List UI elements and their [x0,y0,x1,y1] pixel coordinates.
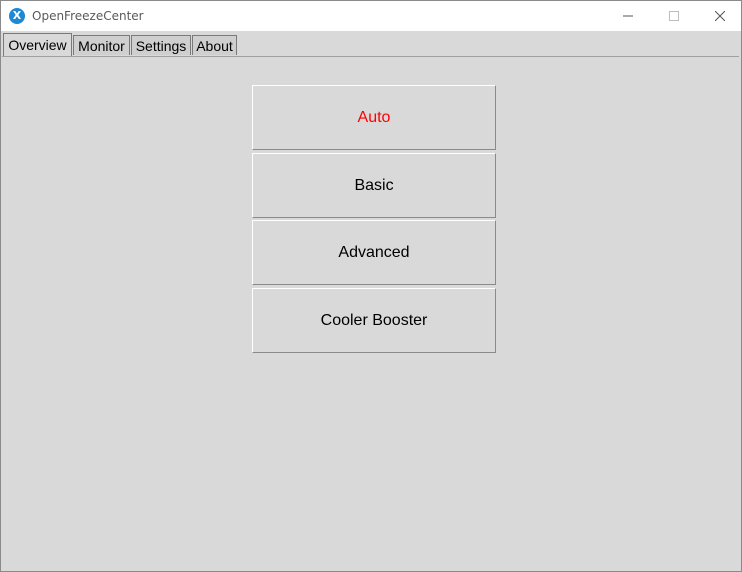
tab-bar: Overview Monitor Settings About [1,31,741,57]
tab-settings[interactable]: Settings [131,35,191,55]
auto-mode-button[interactable]: Auto [252,85,496,150]
tab-about[interactable]: About [192,35,237,55]
cooler-booster-button[interactable]: Cooler Booster [252,288,496,353]
overview-panel: Auto Basic Advanced Cooler Booster [2,56,739,570]
minimize-button[interactable] [605,1,651,31]
advanced-mode-button[interactable]: Advanced [252,220,496,285]
maximize-button[interactable] [651,1,697,31]
minimize-icon [623,15,633,17]
close-button[interactable] [697,1,742,31]
basic-mode-button[interactable]: Basic [252,153,496,218]
title-bar[interactable]: X OpenFreezeCenter [1,1,741,31]
tab-overview[interactable]: Overview [3,33,72,57]
tab-monitor[interactable]: Monitor [73,35,130,55]
app-window: X OpenFreezeCenter Overview Monitor Sett… [0,0,742,572]
window-title: OpenFreezeCenter [32,9,144,23]
maximize-icon [669,11,679,21]
app-logo-icon: X [9,8,25,24]
close-icon [715,11,725,21]
